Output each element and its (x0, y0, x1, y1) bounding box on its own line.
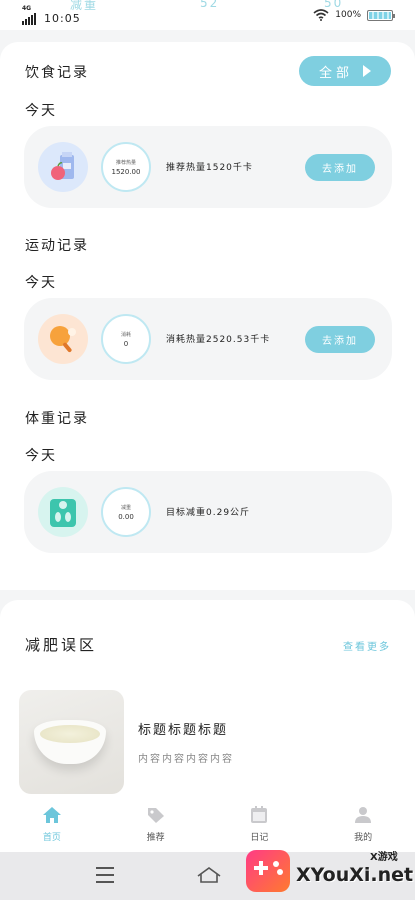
tab-recommend-label: 推荐 (146, 833, 165, 843)
weight-today-label: 今天 (25, 448, 57, 464)
status-right: 100% (313, 9, 395, 21)
home-icon (42, 807, 61, 823)
diet-ring-value: 1520.00 (111, 167, 141, 176)
tab-home-label: 首页 (42, 833, 61, 843)
tab-home[interactable]: 首页 (0, 800, 104, 852)
exercise-add-button[interactable]: 去添加 (305, 326, 375, 353)
battery-icon (367, 9, 395, 21)
diet-ring: 推荐热量 1520.00 (101, 142, 151, 192)
diet-add-button[interactable]: 去添加 (305, 154, 375, 181)
status-bar: 减重 52 50 4G 10:05 100% (0, 0, 415, 30)
menu-icon[interactable] (96, 867, 114, 888)
all-button-label: 全部 (318, 65, 353, 81)
exercise-ring-label: 消耗 (120, 331, 131, 338)
exercise-icon-circle (38, 314, 88, 364)
see-more-link[interactable]: 查看更多 (343, 638, 391, 653)
tab-recommend[interactable]: 推荐 (104, 800, 208, 852)
ping-pong-icon (50, 326, 76, 353)
diet-title: 饮食记录 (25, 65, 89, 81)
calendar-icon (251, 806, 268, 823)
weight-ring: 减重 0.00 (101, 487, 151, 537)
weight-scale-icon (50, 499, 76, 527)
article-content: 内容内容内容内容 (138, 754, 234, 765)
weight-target-text: 目标减重0.29公斤 (166, 508, 251, 518)
exercise-ring-value: 0 (123, 339, 129, 348)
gamepad-logo-icon (246, 850, 290, 892)
diet-record-row[interactable]: 推荐热量 1520.00 推荐热量1520千卡 去添加 (24, 126, 392, 208)
tab-diary-label: 日记 (250, 833, 269, 843)
exercise-ring: 消耗 0 (101, 314, 151, 364)
watermark-text: XYouXi.net (296, 864, 414, 886)
network-type: 4G (22, 5, 32, 12)
ghost-text-2: 52 (200, 0, 220, 10)
status-left: 4G 10:05 (22, 5, 81, 25)
diet-icon-circle (38, 142, 88, 192)
article-thumbnail[interactable] (19, 690, 124, 794)
play-arrow-icon (363, 65, 371, 77)
exercise-title: 运动记录 (25, 238, 89, 254)
watermark-tag: X游戏 (370, 852, 398, 863)
signal-icon: 4G (22, 5, 36, 25)
weight-title: 体重记录 (25, 411, 89, 427)
myths-title: 减肥误区 (25, 636, 98, 654)
records-card: 饮食记录 全部 今天 推荐热量 1520.00 推荐热量1520千卡 去添加 运… (0, 42, 415, 590)
exercise-record-row[interactable]: 消耗 0 消耗热量2520.53千卡 去添加 (24, 298, 392, 380)
tab-bar: 首页 推荐 日记 我的 (0, 800, 415, 852)
exercise-today-label: 今天 (25, 275, 57, 291)
porridge-bowl-image (34, 720, 106, 764)
diet-recommend-text: 推荐热量1520千卡 (166, 163, 253, 173)
tab-diary[interactable]: 日记 (208, 800, 312, 852)
tag-icon (147, 808, 164, 823)
weight-ring-label: 减重 (120, 504, 131, 511)
battery-fill (369, 11, 391, 19)
weight-record-row[interactable]: 减重 0.00 目标减重0.29公斤 (24, 471, 392, 553)
diet-ring-label: 推荐热量 (115, 159, 136, 166)
exercise-burn-text: 消耗热量2520.53千卡 (166, 335, 271, 345)
diet-today-label: 今天 (25, 103, 57, 119)
tab-mine[interactable]: 我的 (311, 800, 415, 852)
weight-icon-circle (38, 487, 88, 537)
battery-percent: 100% (335, 10, 361, 20)
tab-mine-label: 我的 (354, 833, 373, 843)
wifi-icon (313, 9, 329, 21)
food-apple-milk-icon (51, 152, 74, 180)
watermark: X游戏 XYouXi.net (246, 846, 414, 896)
weight-ring-value: 0.00 (118, 512, 134, 521)
all-button[interactable]: 全部 (299, 56, 391, 86)
article-title[interactable]: 标题标题标题 (138, 719, 228, 738)
status-time: 10:05 (44, 12, 81, 25)
nav-home-icon[interactable] (196, 866, 222, 884)
user-icon (355, 807, 372, 823)
